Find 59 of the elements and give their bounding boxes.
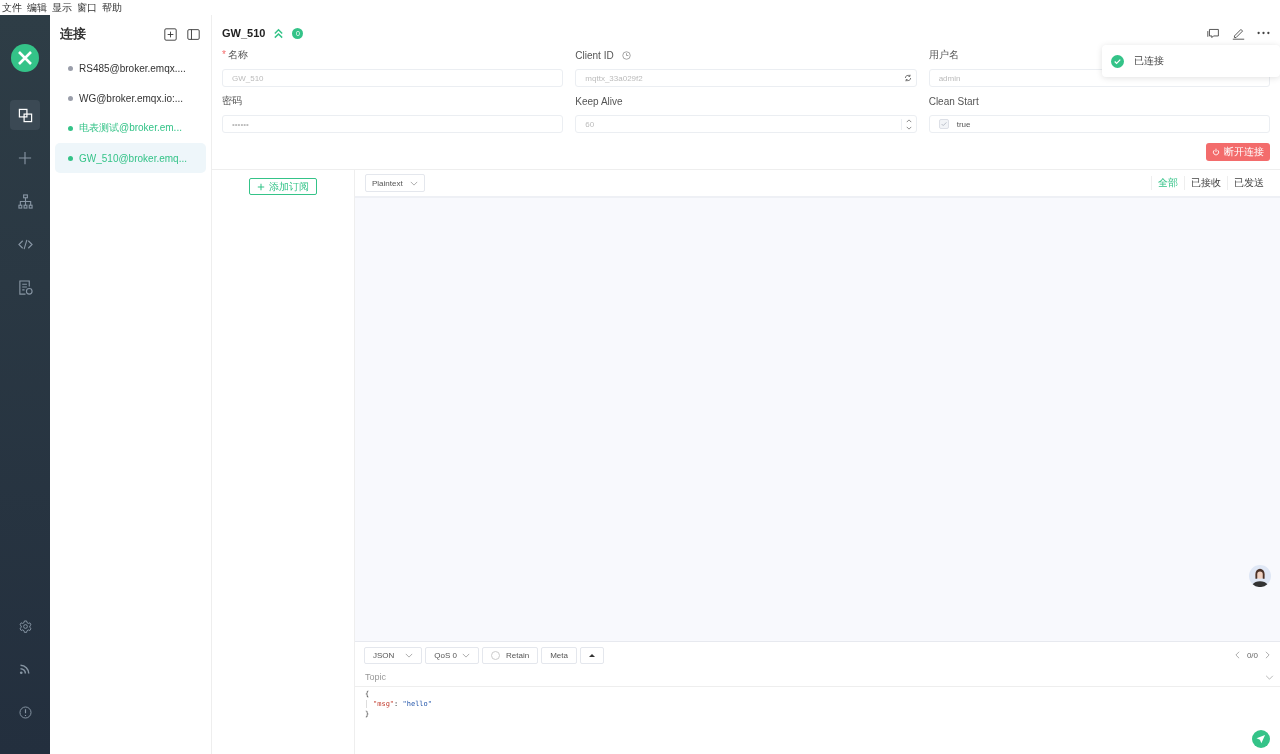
field-label: 密码 bbox=[222, 94, 242, 108]
more-icon[interactable] bbox=[1257, 31, 1270, 35]
plus-icon bbox=[257, 182, 265, 191]
page-counter: 0/0 bbox=[1246, 650, 1258, 660]
chevron-down-icon bbox=[405, 652, 414, 658]
new-window-icon[interactable] bbox=[164, 27, 177, 41]
payload-format-select[interactable]: JSON bbox=[364, 646, 423, 664]
menu-item[interactable]: 窗口 bbox=[77, 0, 97, 15]
triangle-up-icon bbox=[588, 653, 595, 657]
tree-icon bbox=[17, 193, 33, 209]
filter-tab[interactable]: 已发送 bbox=[1227, 176, 1270, 190]
filter-tab[interactable]: 已接收 bbox=[1184, 176, 1227, 190]
feed-icon bbox=[19, 663, 31, 675]
connection-item[interactable]: WG@broker.emqx.io:... bbox=[55, 83, 206, 113]
menu-item[interactable]: 帮助 bbox=[102, 0, 122, 15]
send-button[interactable] bbox=[1252, 730, 1270, 748]
power-icon bbox=[1212, 148, 1220, 156]
retain-toggle[interactable]: Retain bbox=[482, 646, 539, 664]
topic-field[interactable]: Topic bbox=[355, 672, 1265, 682]
toast-message: 已连接 bbox=[1134, 54, 1164, 68]
menu-item[interactable]: 显示 bbox=[52, 0, 72, 15]
increment-icon[interactable] bbox=[905, 118, 912, 123]
connection-item[interactable]: RS485@broker.emqx.... bbox=[55, 53, 206, 83]
windows-icon bbox=[17, 107, 33, 123]
info-icon bbox=[18, 705, 32, 719]
document-icon bbox=[17, 279, 33, 295]
checkbox[interactable] bbox=[938, 119, 949, 129]
field-label: 用户名 bbox=[928, 48, 959, 62]
chat-icon[interactable] bbox=[1207, 26, 1220, 40]
chevron-down-icon[interactable] bbox=[1265, 674, 1274, 680]
chevron-down-icon bbox=[409, 180, 418, 186]
logo-icon bbox=[11, 44, 39, 72]
field-label: * 名称 bbox=[222, 48, 248, 62]
panel-title: 连接 bbox=[60, 25, 86, 43]
nav-button[interactable] bbox=[10, 100, 40, 130]
double-chevron-up-icon[interactable] bbox=[273, 27, 285, 39]
input-field[interactable]: true bbox=[928, 115, 1270, 133]
sidebar-toggle-icon[interactable] bbox=[187, 27, 200, 41]
settings-icon bbox=[18, 619, 32, 633]
previous-icon[interactable] bbox=[1234, 651, 1240, 659]
field-label: Keep Alive bbox=[575, 95, 623, 107]
field-label: Client ID bbox=[575, 49, 614, 61]
field-label: Clean Start bbox=[928, 95, 979, 107]
connection-title: GW_510 bbox=[222, 27, 266, 39]
decrement-icon[interactable] bbox=[905, 125, 912, 130]
edit-icon[interactable] bbox=[1232, 26, 1245, 40]
next-icon[interactable] bbox=[1265, 651, 1270, 659]
expand-button[interactable] bbox=[579, 646, 604, 664]
clock-icon[interactable] bbox=[621, 50, 631, 60]
avatar-icon[interactable] bbox=[1249, 565, 1271, 587]
menu-item[interactable]: 文件 bbox=[2, 0, 22, 15]
menu-item[interactable]: 编辑 bbox=[27, 0, 47, 15]
chevron-down-icon bbox=[462, 652, 471, 658]
meta-button[interactable]: Meta bbox=[541, 646, 577, 664]
plus-icon bbox=[18, 151, 32, 165]
refresh-icon[interactable] bbox=[903, 74, 912, 82]
qos-select[interactable]: QoS 0 bbox=[425, 646, 480, 664]
success-icon bbox=[1111, 54, 1124, 68]
format-select[interactable]: Plaintext bbox=[365, 174, 425, 192]
